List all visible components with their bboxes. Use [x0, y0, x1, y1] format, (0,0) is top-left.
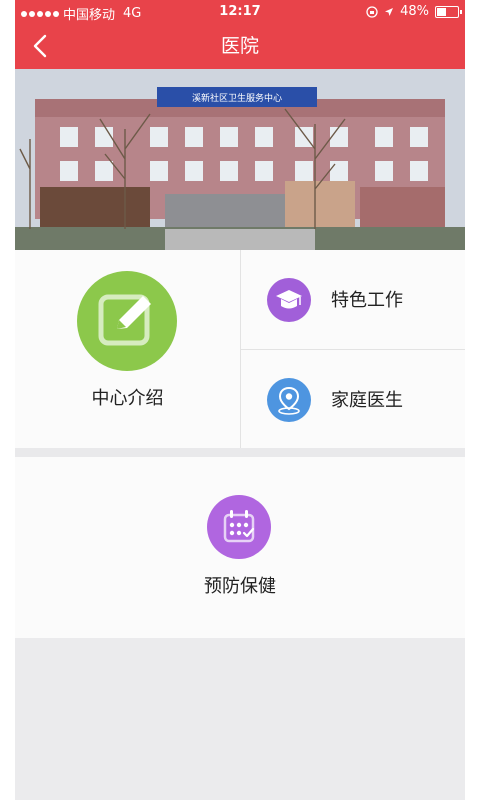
center-intro-button[interactable]: 中心介绍 — [15, 250, 240, 448]
secondary-section: 预防保健 — [15, 457, 465, 638]
page-title: 医院 — [220, 35, 259, 57]
section-gap — [15, 448, 465, 457]
feature-grid: 中心介绍 特色工作 家庭医生 — [15, 250, 465, 448]
building-sign-text: 溪新社区卫生服务中心 — [192, 92, 282, 104]
app-screen: 中国移动 4G 12:17 48% 医院 溪新社区卫生服务中心 中心介绍 特色工… — [15, 0, 465, 800]
hospital-building-image: 溪新社区卫生服务中心 — [15, 69, 465, 250]
header-bar: 中国移动 4G 12:17 48% 医院 — [15, 0, 465, 69]
edit-icon — [98, 294, 151, 346]
hospital-photo: 溪新社区卫生服务中心 — [15, 69, 465, 250]
special-work-button[interactable]: 特色工作 — [241, 250, 465, 349]
preventive-care-button[interactable]: 预防保健 — [173, 487, 307, 607]
graduation-cap-icon — [276, 290, 302, 309]
location-arrow-icon — [385, 7, 394, 16]
family-doctor-button[interactable]: 家庭医生 — [241, 350, 465, 449]
calendar-check-icon — [223, 510, 255, 543]
preventive-care-label: 预防保健 — [204, 576, 276, 597]
battery-percent: 48% — [400, 4, 429, 19]
family-doctor-icon-circle — [267, 378, 311, 422]
center-intro-icon-circle — [77, 271, 177, 371]
rotation-lock-icon — [366, 5, 378, 18]
family-doctor-label: 家庭医生 — [331, 390, 403, 411]
battery-icon — [435, 5, 462, 18]
preventive-care-icon-circle — [207, 495, 271, 559]
status-bar: 中国移动 4G 12:17 48% — [15, 0, 465, 24]
special-work-label: 特色工作 — [331, 290, 403, 311]
center-intro-label: 中心介绍 — [91, 388, 164, 409]
status-right: 48% — [366, 4, 462, 19]
location-pin-icon — [278, 386, 300, 415]
special-work-icon-circle — [267, 278, 311, 322]
